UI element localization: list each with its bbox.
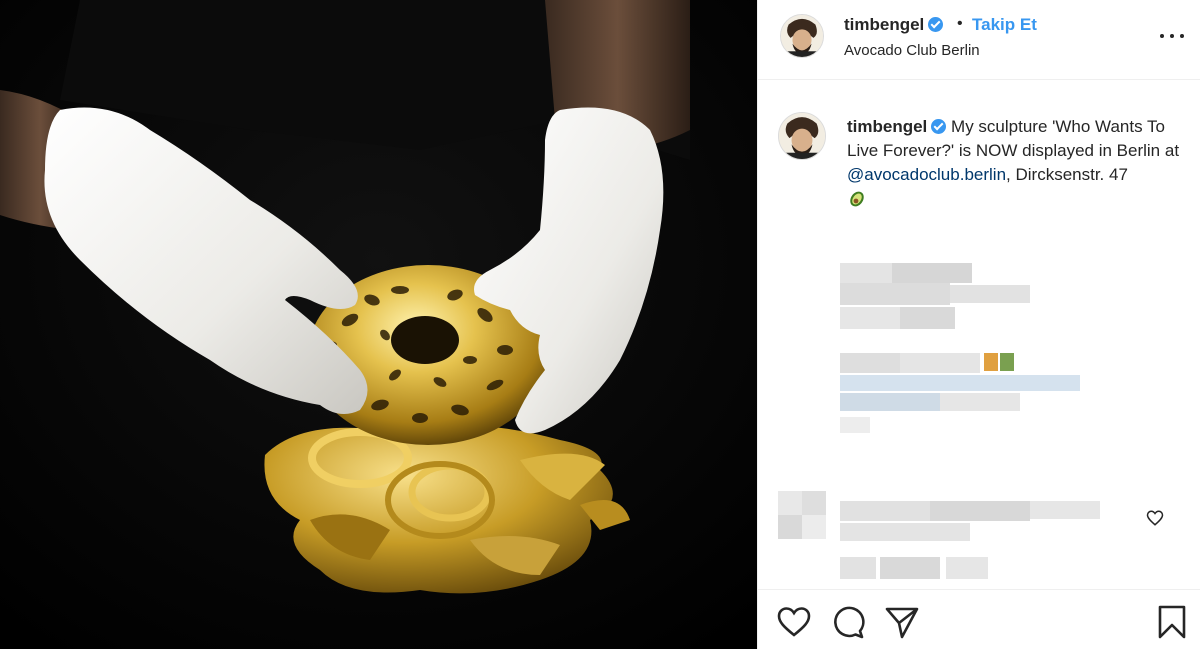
profile-photo-icon: [781, 15, 823, 57]
avocado-emoji: [850, 191, 864, 207]
comment-like-heart-icon[interactable]: [1146, 509, 1164, 527]
mention-link[interactable]: @avocadoclub.berlin: [847, 165, 1006, 184]
post-sidebar: timbengel • Takip Et Avocado Club Berlin: [757, 0, 1200, 649]
blurred-reply-avatar: [778, 491, 826, 539]
caption-address: , Dircksenstr. 47: [1006, 165, 1128, 184]
separator-dot: •: [957, 15, 963, 32]
blurred-comment-block-3: [840, 501, 1120, 589]
post-author-username[interactable]: timbengel: [844, 15, 944, 35]
instagram-post: timbengel • Takip Et Avocado Club Berlin: [0, 0, 1200, 649]
blurred-comment-block-2: [840, 353, 1090, 433]
avatar[interactable]: [780, 14, 824, 58]
paper-plane-icon[interactable]: [884, 604, 920, 640]
profile-photo-icon: [779, 113, 825, 159]
post-location[interactable]: Avocado Club Berlin: [844, 42, 980, 59]
verified-badge-icon: [931, 119, 947, 134]
heart-icon[interactable]: [776, 604, 812, 640]
verified-badge-icon: [928, 17, 944, 32]
more-options-icon[interactable]: [1158, 24, 1188, 48]
follow-button[interactable]: Takip Et: [972, 15, 1037, 35]
caption-text: timbengel My sculpture 'Who Wants To Liv…: [847, 115, 1187, 211]
comment-icon[interactable]: [830, 604, 866, 640]
post-action-bar: [758, 589, 1200, 649]
bookmark-icon[interactable]: [1154, 604, 1190, 640]
gold-bagel-sculpture-photo: [0, 0, 757, 649]
caption-username[interactable]: timbengel: [847, 117, 927, 136]
post-header: timbengel • Takip Et Avocado Club Berlin: [758, 0, 1200, 80]
caption-avatar[interactable]: [778, 112, 826, 160]
comments-section[interactable]: timbengel My sculpture 'Who Wants To Liv…: [758, 81, 1200, 589]
post-image[interactable]: [0, 0, 757, 649]
blurred-comment-block-1: [840, 263, 1040, 333]
